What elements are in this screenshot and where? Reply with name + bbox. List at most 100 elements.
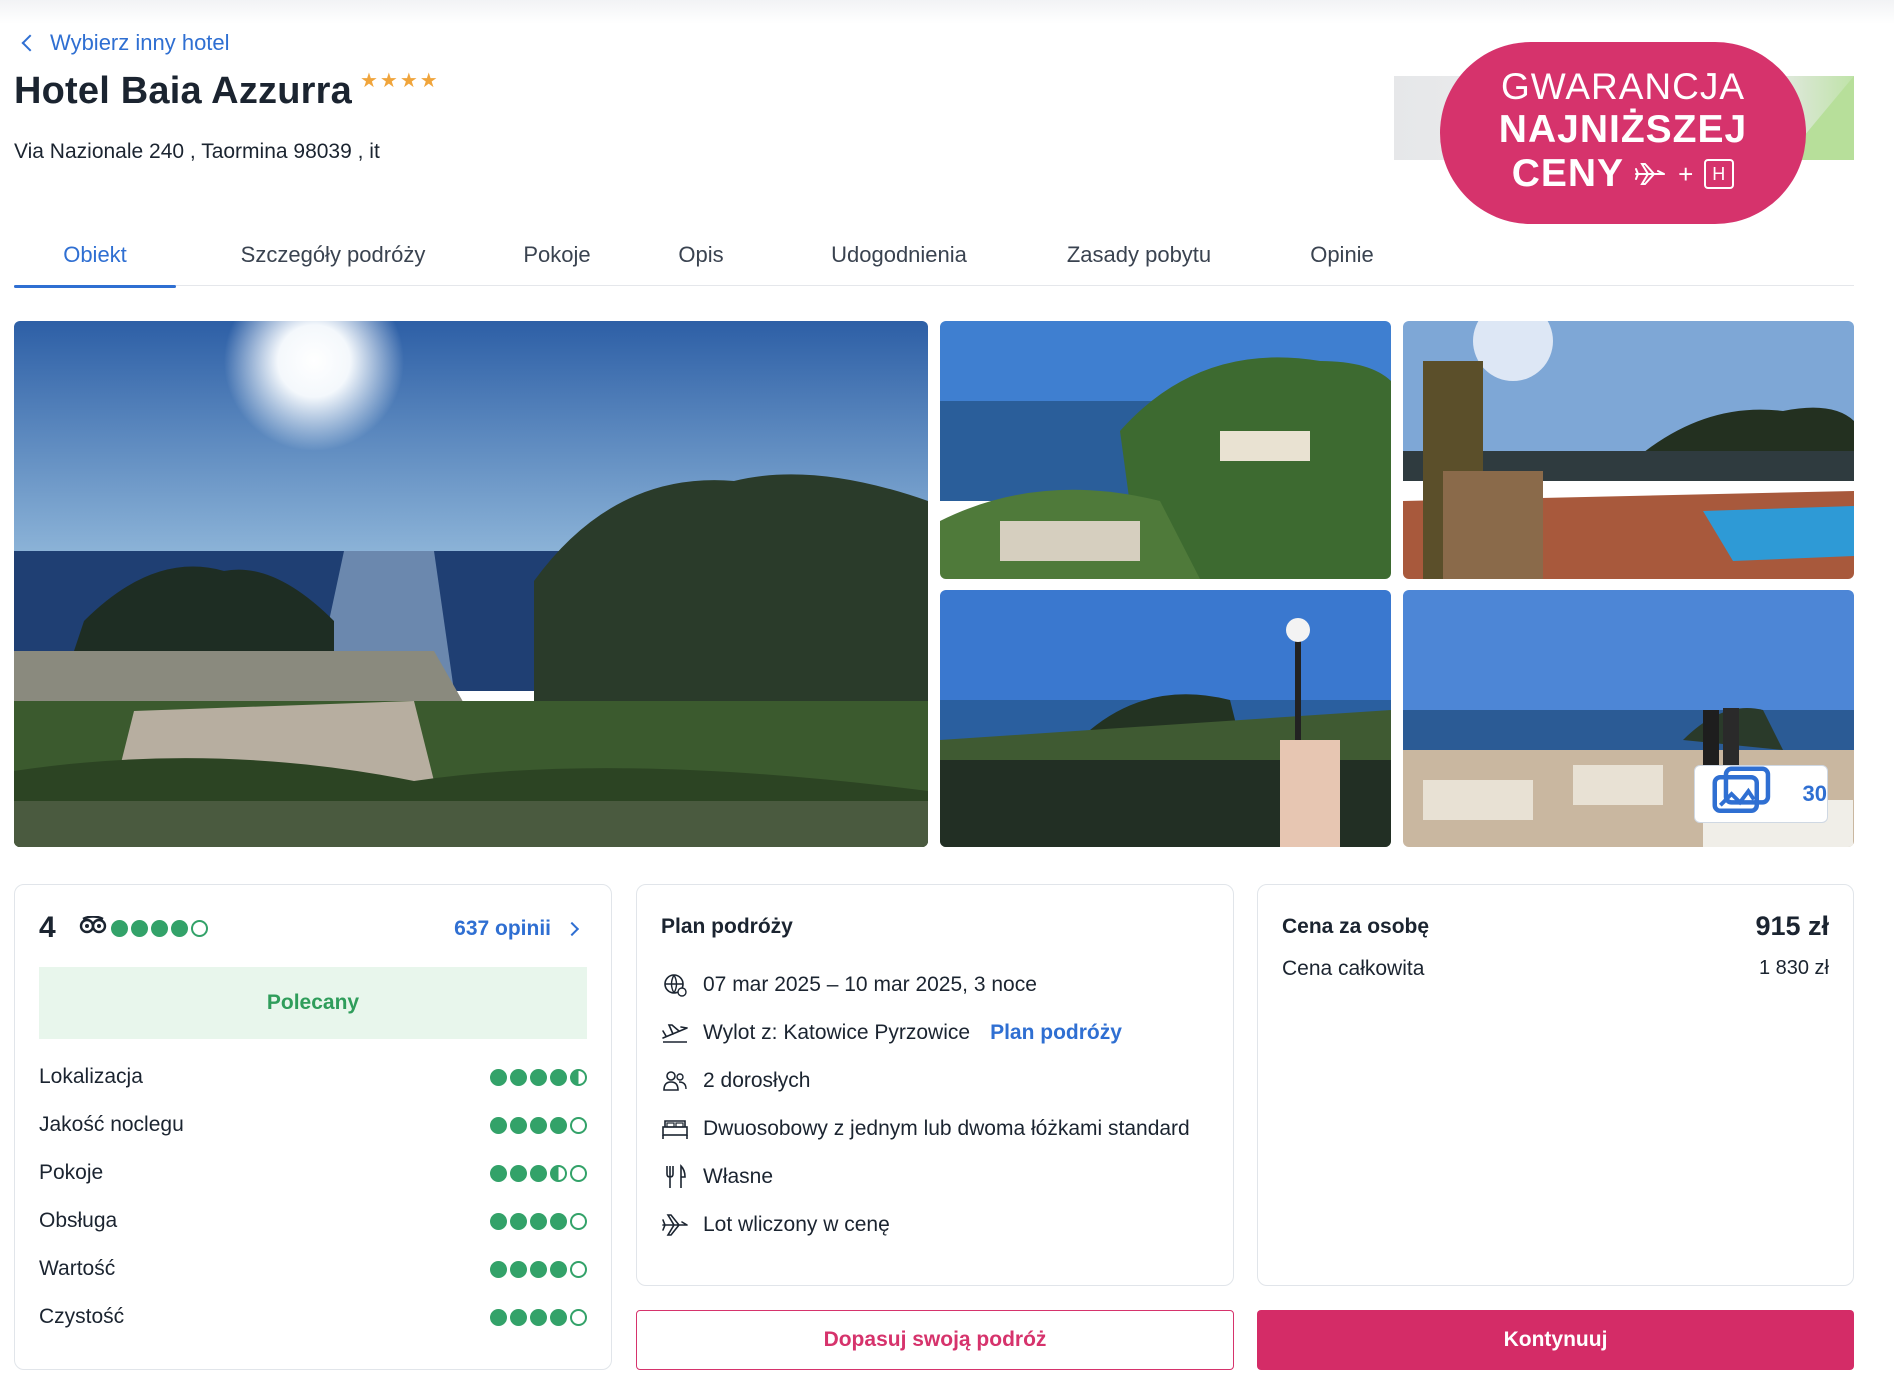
rating-dot-full — [490, 1068, 507, 1086]
opinions-link[interactable]: 637 opinii — [454, 917, 580, 941]
rating-dot-empty — [570, 1212, 587, 1230]
tab-opinie[interactable]: Opinie — [1282, 224, 1402, 286]
rating-dot-full — [510, 1212, 527, 1230]
users-icon — [661, 1067, 689, 1095]
tab-opis[interactable]: Opis — [656, 224, 746, 286]
trip-plan-title: Plan podróży — [661, 915, 793, 938]
review-category-dots — [490, 1164, 587, 1182]
recommended-badge: Polecany — [39, 967, 587, 1039]
rating-dot-empty — [570, 1164, 587, 1182]
rating-dot-full — [510, 1116, 527, 1134]
review-category-label: Czystość — [39, 1305, 125, 1328]
hotel-address: Via Nazionale 240 , Taormina 98039 , it — [14, 140, 380, 163]
tab-bar: Obiekt Szczegóły podróży Pokoje Opis Udo… — [14, 224, 1854, 288]
gallery-photo-balcony-view[interactable] — [940, 590, 1391, 847]
gallery-photo-restaurant-terrace[interactable]: 30 — [1403, 590, 1854, 847]
top-fade — [0, 0, 1894, 24]
review-category-label: Obsługa — [39, 1209, 118, 1232]
rating-dot-full — [550, 1212, 567, 1230]
gallery-count-button[interactable]: 30 — [1694, 765, 1828, 823]
tripadvisor-owl-icon — [79, 915, 107, 940]
rating-dot-full — [510, 1308, 527, 1326]
rating-dot-full — [131, 919, 148, 937]
rating-dot-full — [550, 1260, 567, 1278]
price-card: Cena za osobę 915 zł Cena całkowita 1 83… — [1257, 884, 1854, 1286]
rating-dot-full — [510, 1260, 527, 1278]
departure-row: Wylot z: Katowice Pyrzowice Plan podróży — [661, 1019, 1122, 1047]
review-category-row: Wartość — [39, 1257, 587, 1281]
photos-icon — [1712, 766, 1771, 814]
review-category-dots — [490, 1260, 587, 1278]
gallery-count: 30 — [1802, 781, 1827, 806]
review-category-label: Lokalizacja — [39, 1065, 143, 1088]
badge-pill: GWARANCJA NAJNIŻSZEJ CENY + H — [1440, 42, 1806, 224]
rating-dot-empty — [570, 1308, 587, 1326]
review-category-label: Wartość — [39, 1257, 116, 1280]
badge-plus: + — [1678, 158, 1695, 189]
hotel-title-row: Hotel Baia Azzurra ★ ★ ★ ★ — [14, 70, 438, 113]
rating-dot-full — [530, 1308, 547, 1326]
rating-dot-full — [530, 1068, 547, 1086]
rating-dot-full — [510, 1068, 527, 1086]
reviews-card: 4 637 opinii Polecany Lokalizacja Jakość … — [14, 884, 612, 1370]
board-row: Własne — [661, 1163, 773, 1191]
star-icon: ★ — [419, 70, 438, 92]
rating-dot-full — [490, 1260, 507, 1278]
back-link[interactable]: Wybierz inny hotel — [18, 30, 230, 56]
board-type: Własne — [703, 1165, 774, 1188]
review-category-row: Jakość noclegu — [39, 1113, 587, 1137]
tab-udogodnienia[interactable]: Udogodnienia — [804, 224, 994, 286]
rating-dot-full — [490, 1212, 507, 1230]
badge-line-2: NAJNIŻSZEJ — [1498, 108, 1748, 151]
rating-dot-empty — [570, 1260, 587, 1278]
rating-dot-full — [530, 1116, 547, 1134]
trip-plan-card: Plan podróży 07 mar 2025 – 10 mar 2025, … — [636, 884, 1234, 1286]
rating-dot-full — [151, 919, 168, 937]
bed-icon — [661, 1115, 689, 1143]
review-category-dots — [490, 1068, 587, 1086]
flight-included-row: Lot wliczony w cenę — [661, 1211, 890, 1239]
plane-takeoff-icon — [661, 1019, 689, 1047]
lowest-price-guarantee-badge: GWARANCJA NAJNIŻSZEJ CENY + H — [1394, 42, 1854, 228]
hotel-stars: ★ ★ ★ ★ — [360, 68, 438, 93]
tab-zasady-pobytu[interactable]: Zasady pobytu — [1044, 224, 1234, 286]
rating-dot-empty — [570, 1116, 587, 1134]
trip-dates-row: 07 mar 2025 – 10 mar 2025, 3 noce — [661, 971, 1037, 999]
badge-line-3: CENY + H — [1440, 152, 1806, 196]
rating-dot-full — [510, 1164, 527, 1182]
review-category-dots — [490, 1116, 587, 1134]
calendar-globe-icon — [661, 971, 689, 999]
tab-pokoje[interactable]: Pokoje — [502, 224, 612, 286]
review-category-row: Obsługa — [39, 1209, 587, 1233]
tab-szczegoly-podrozy[interactable]: Szczegóły podróży — [210, 224, 456, 286]
rating-score: 4 — [39, 911, 56, 944]
price-per-person-label: Cena za osobę — [1282, 915, 1430, 938]
flight-included: Lot wliczony w cenę — [703, 1213, 890, 1236]
review-category-label: Pokoje — [39, 1161, 104, 1184]
gallery-photo-terrace-pool[interactable] — [1403, 321, 1854, 579]
trip-plan-link[interactable]: Plan podróży — [990, 1021, 1122, 1045]
rating-dot-full — [530, 1260, 547, 1278]
tab-obiekt[interactable]: Obiekt — [14, 224, 176, 288]
rating-dot-full — [111, 919, 128, 937]
continue-button[interactable]: Kontynuuj — [1257, 1310, 1854, 1370]
rating-dot-full — [530, 1212, 547, 1230]
rating-dot-empty — [191, 919, 208, 937]
plane-icon — [1635, 163, 1666, 185]
gallery-main-photo[interactable] — [14, 321, 928, 847]
total-price-value: 1 830 zł — [1758, 957, 1829, 979]
rating-dot-full — [171, 919, 188, 937]
rating-dot-half — [550, 1164, 567, 1182]
review-category-row: Lokalizacja — [39, 1065, 587, 1089]
rating-dot-full — [490, 1116, 507, 1134]
customize-trip-button[interactable]: Dopasuj swoją podróż — [636, 1310, 1234, 1370]
review-category-dots — [490, 1212, 587, 1230]
gallery-photo-bay-view[interactable] — [940, 321, 1391, 579]
plane-icon — [661, 1211, 689, 1239]
chevron-right-icon — [564, 921, 580, 937]
cutlery-icon — [661, 1163, 689, 1191]
rating-dot-full — [530, 1164, 547, 1182]
room-row: Dwuosobowy z jednym lub dwoma łóżkami st… — [661, 1115, 1190, 1143]
opinions-link-label: 637 opinii — [454, 917, 551, 940]
badge-line-3-text: CENY — [1511, 152, 1625, 195]
